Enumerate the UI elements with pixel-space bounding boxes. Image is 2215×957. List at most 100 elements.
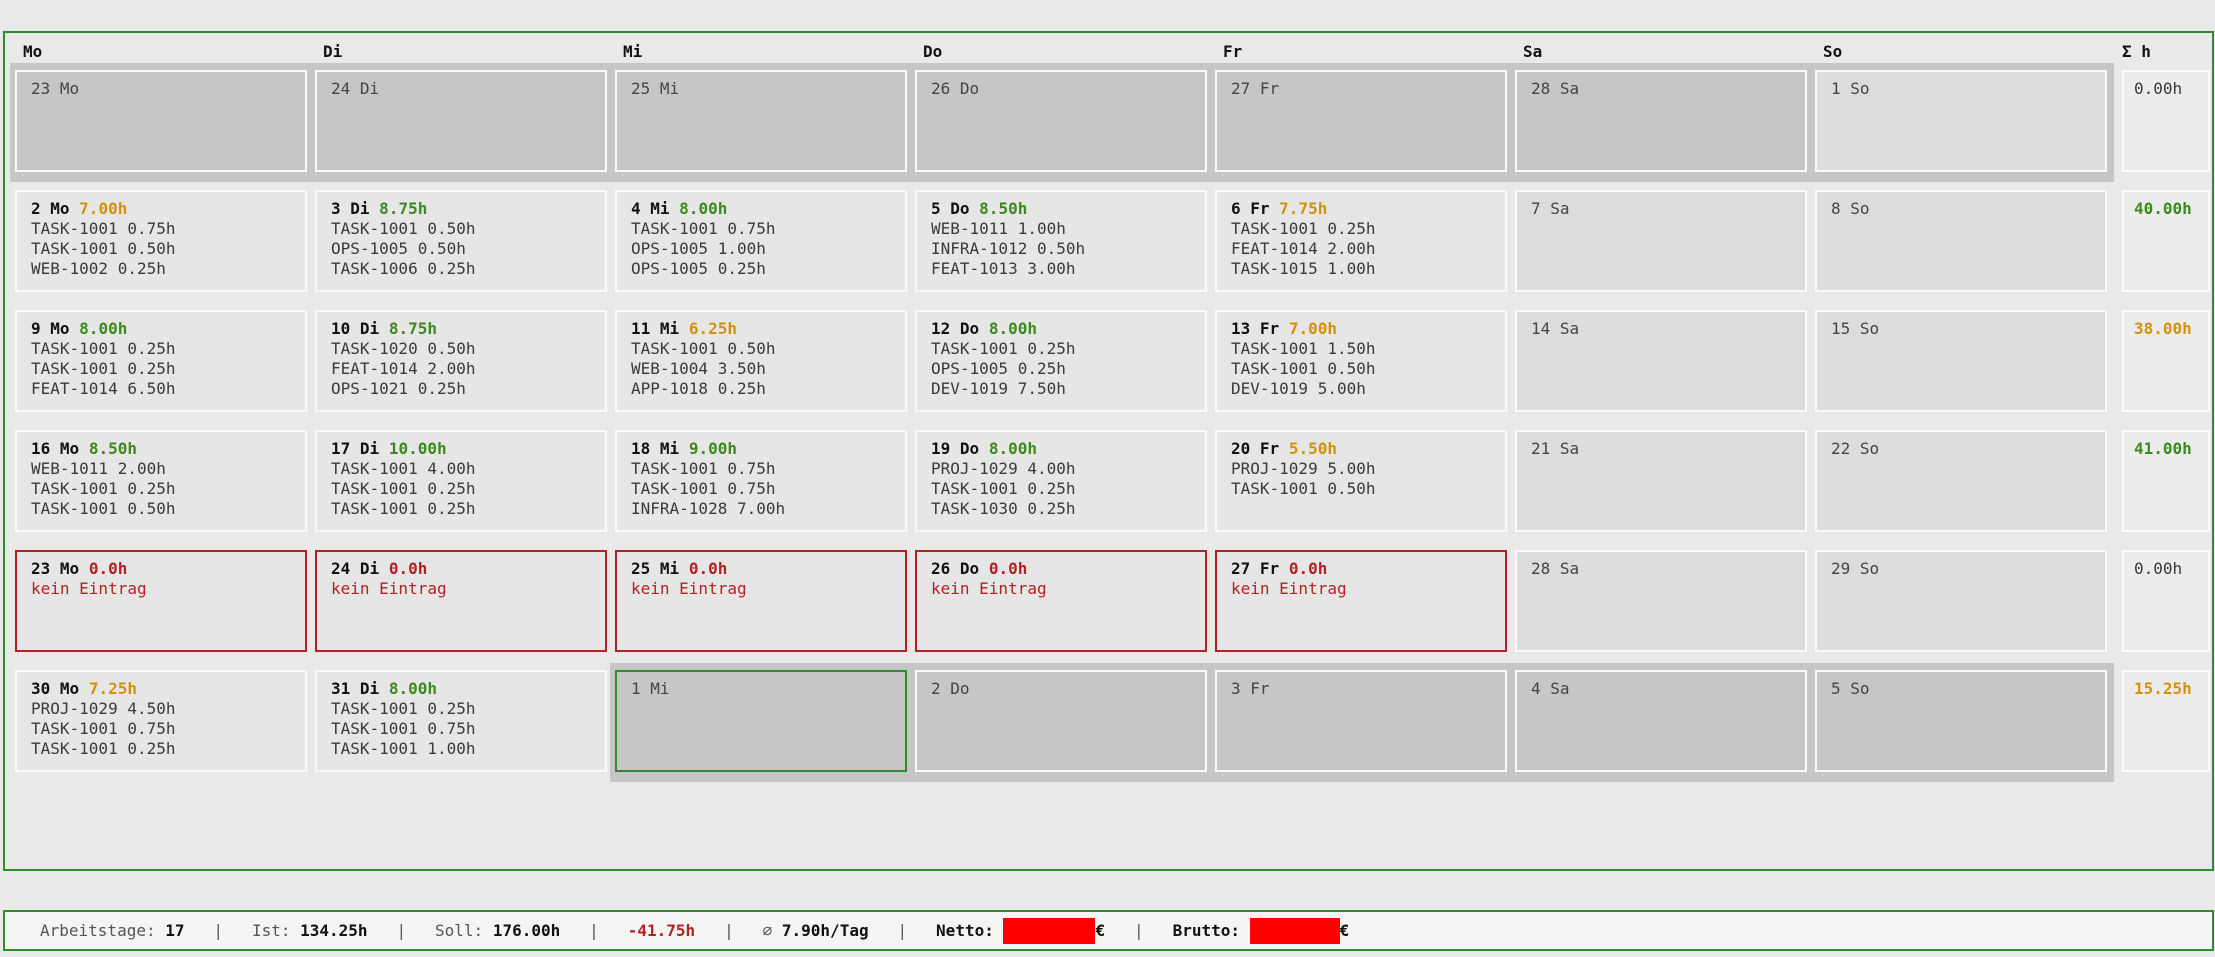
time-entry[interactable]: TASK-1001 0.50h <box>1231 479 1505 499</box>
day-cell-missing[interactable]: 27 Fr 0.0h kein Eintrag <box>1215 550 1507 652</box>
time-entry[interactable]: PROJ-1029 5.00h <box>1231 459 1505 479</box>
time-entry[interactable]: FEAT-1014 2.00h <box>1231 239 1505 259</box>
time-entry[interactable]: FEAT-1014 2.00h <box>331 359 605 379</box>
time-entry[interactable]: WEB-1011 1.00h <box>931 219 1205 239</box>
netto-redaction <box>1003 917 1096 944</box>
day-cell[interactable]: 18 Mi 9.00h TASK-1001 0.75h TASK-1001 0.… <box>615 430 907 532</box>
day-hours: 8.75h <box>379 199 428 218</box>
day-cell[interactable]: 13 Fr 7.00h TASK-1001 1.50h TASK-1001 0.… <box>1215 310 1507 412</box>
day-cell[interactable]: 26 Do <box>915 70 1207 172</box>
day-cell[interactable]: 22 So <box>1815 430 2107 532</box>
time-entry[interactable]: TASK-1001 0.75h <box>631 459 905 479</box>
time-entry[interactable]: TASK-1001 0.75h <box>31 219 305 239</box>
separator: | <box>396 921 407 940</box>
day-cell[interactable]: 16 Mo 8.50h WEB-1011 2.00h TASK-1001 0.2… <box>15 430 307 532</box>
time-entry[interactable]: TASK-1001 0.25h <box>931 339 1205 359</box>
day-head: 10 Di <box>331 319 380 338</box>
week-sum: 0.00h <box>2122 70 2210 172</box>
time-entry[interactable]: PROJ-1029 4.50h <box>31 699 305 719</box>
time-entry[interactable]: PROJ-1029 4.00h <box>931 459 1205 479</box>
time-entry[interactable]: TASK-1001 0.75h <box>631 219 905 239</box>
day-cell[interactable]: 4 Mi 8.00h TASK-1001 0.75h OPS-1005 1.00… <box>615 190 907 292</box>
day-cell[interactable]: 14 Sa <box>1515 310 1807 412</box>
day-cell[interactable]: 15 So <box>1815 310 2107 412</box>
time-entry[interactable]: TASK-1001 0.50h <box>331 219 605 239</box>
day-cell[interactable]: 3 Di 8.75h TASK-1001 0.50h OPS-1005 0.50… <box>315 190 607 292</box>
day-cell[interactable]: 17 Di 10.00h TASK-1001 4.00h TASK-1001 0… <box>315 430 607 532</box>
time-entry[interactable]: TASK-1001 0.50h <box>1231 359 1505 379</box>
time-entry[interactable]: TASK-1001 0.25h <box>1231 219 1505 239</box>
time-entry[interactable]: OPS-1005 0.50h <box>331 239 605 259</box>
time-entry[interactable]: FEAT-1014 6.50h <box>31 379 305 399</box>
time-entry[interactable]: TASK-1001 0.50h <box>31 239 305 259</box>
day-hours: 0.0h <box>988 559 1028 578</box>
time-entry[interactable]: TASK-1001 0.25h <box>31 359 305 379</box>
day-cell[interactable]: 2 Mo 7.00h TASK-1001 0.75h TASK-1001 0.5… <box>15 190 307 292</box>
day-cell[interactable]: 21 Sa <box>1515 430 1807 532</box>
time-entry[interactable]: TASK-1001 1.00h <box>331 739 605 759</box>
day-hours: 0.0h <box>88 559 128 578</box>
day-cell[interactable]: 1 So <box>1815 70 2107 172</box>
day-cell[interactable]: 7 Sa <box>1515 190 1807 292</box>
time-entry[interactable]: FEAT-1013 3.00h <box>931 259 1205 279</box>
time-entry[interactable]: INFRA-1028 7.00h <box>631 499 905 519</box>
time-entry[interactable]: TASK-1001 0.75h <box>31 719 305 739</box>
day-cell[interactable]: 8 So <box>1815 190 2107 292</box>
time-entry[interactable]: OPS-1005 0.25h <box>631 259 905 279</box>
time-entry[interactable]: OPS-1021 0.25h <box>331 379 605 399</box>
time-entry[interactable]: TASK-1001 1.50h <box>1231 339 1505 359</box>
day-cell[interactable]: 2 Do <box>915 670 1207 772</box>
time-entry[interactable]: TASK-1001 0.25h <box>931 479 1205 499</box>
time-entry[interactable]: TASK-1001 0.75h <box>331 719 605 739</box>
time-entry[interactable]: TASK-1001 0.25h <box>31 479 305 499</box>
day-cell-missing[interactable]: 24 Di 0.0h kein Eintrag <box>315 550 607 652</box>
time-entry[interactable]: OPS-1005 0.25h <box>931 359 1205 379</box>
time-entry[interactable]: TASK-1001 0.50h <box>31 499 305 519</box>
day-cell[interactable]: 10 Di 8.75h TASK-1020 0.50h FEAT-1014 2.… <box>315 310 607 412</box>
day-cell-missing[interactable]: 26 Do 0.0h kein Eintrag <box>915 550 1207 652</box>
time-entry[interactable]: TASK-1020 0.50h <box>331 339 605 359</box>
time-entry[interactable]: TASK-1001 4.00h <box>331 459 605 479</box>
day-cell[interactable]: 23 Mo <box>15 70 307 172</box>
day-cell[interactable]: 27 Fr <box>1215 70 1507 172</box>
time-entry[interactable]: TASK-1001 0.25h <box>331 499 605 519</box>
day-cell[interactable]: 28 Sa <box>1515 70 1807 172</box>
time-entry[interactable]: TASK-1006 0.25h <box>331 259 605 279</box>
day-cell[interactable]: 31 Di 8.00h TASK-1001 0.25h TASK-1001 0.… <box>315 670 607 772</box>
day-cell[interactable]: 6 Fr 7.75h TASK-1001 0.25h FEAT-1014 2.0… <box>1215 190 1507 292</box>
day-hours: 8.00h <box>79 319 128 338</box>
day-cell[interactable]: 9 Mo 8.00h TASK-1001 0.25h TASK-1001 0.2… <box>15 310 307 412</box>
day-cell-missing[interactable]: 23 Mo 0.0h kein Eintrag <box>15 550 307 652</box>
time-entry[interactable]: TASK-1001 0.25h <box>331 479 605 499</box>
day-cell[interactable]: 5 So <box>1815 670 2107 772</box>
day-cell[interactable]: 12 Do 8.00h TASK-1001 0.25h OPS-1005 0.2… <box>915 310 1207 412</box>
time-entry[interactable]: WEB-1002 0.25h <box>31 259 305 279</box>
time-entry[interactable]: TASK-1001 0.25h <box>331 699 605 719</box>
day-cell[interactable]: 30 Mo 7.25h PROJ-1029 4.50h TASK-1001 0.… <box>15 670 307 772</box>
day-cell[interactable]: 19 Do 8.00h PROJ-1029 4.00h TASK-1001 0.… <box>915 430 1207 532</box>
day-cell[interactable]: 29 So <box>1815 550 2107 652</box>
day-cell[interactable]: 3 Fr <box>1215 670 1507 772</box>
time-entry[interactable]: OPS-1005 1.00h <box>631 239 905 259</box>
day-cell-today[interactable]: 1 Mi <box>615 670 907 772</box>
day-cell-missing[interactable]: 25 Mi 0.0h kein Eintrag <box>615 550 907 652</box>
day-cell[interactable]: 20 Fr 5.50h PROJ-1029 5.00h TASK-1001 0.… <box>1215 430 1507 532</box>
time-entry[interactable]: TASK-1001 0.25h <box>31 339 305 359</box>
time-entry[interactable]: TASK-1001 0.75h <box>631 479 905 499</box>
day-cell[interactable]: 25 Mi <box>615 70 907 172</box>
time-entry[interactable]: TASK-1001 0.50h <box>631 339 905 359</box>
time-entry[interactable]: TASK-1030 0.25h <box>931 499 1205 519</box>
time-entry[interactable]: TASK-1001 0.25h <box>31 739 305 759</box>
day-cell[interactable]: 28 Sa <box>1515 550 1807 652</box>
day-cell[interactable]: 11 Mi 6.25h TASK-1001 0.50h WEB-1004 3.5… <box>615 310 907 412</box>
time-entry[interactable]: WEB-1011 2.00h <box>31 459 305 479</box>
time-entry[interactable]: DEV-1019 5.00h <box>1231 379 1505 399</box>
time-entry[interactable]: WEB-1004 3.50h <box>631 359 905 379</box>
time-entry[interactable]: TASK-1015 1.00h <box>1231 259 1505 279</box>
day-cell[interactable]: 24 Di <box>315 70 607 172</box>
day-cell[interactable]: 4 Sa <box>1515 670 1807 772</box>
day-cell[interactable]: 5 Do 8.50h WEB-1011 1.00h INFRA-1012 0.5… <box>915 190 1207 292</box>
time-entry[interactable]: DEV-1019 7.50h <box>931 379 1205 399</box>
time-entry[interactable]: INFRA-1012 0.50h <box>931 239 1205 259</box>
time-entry[interactable]: APP-1018 0.25h <box>631 379 905 399</box>
